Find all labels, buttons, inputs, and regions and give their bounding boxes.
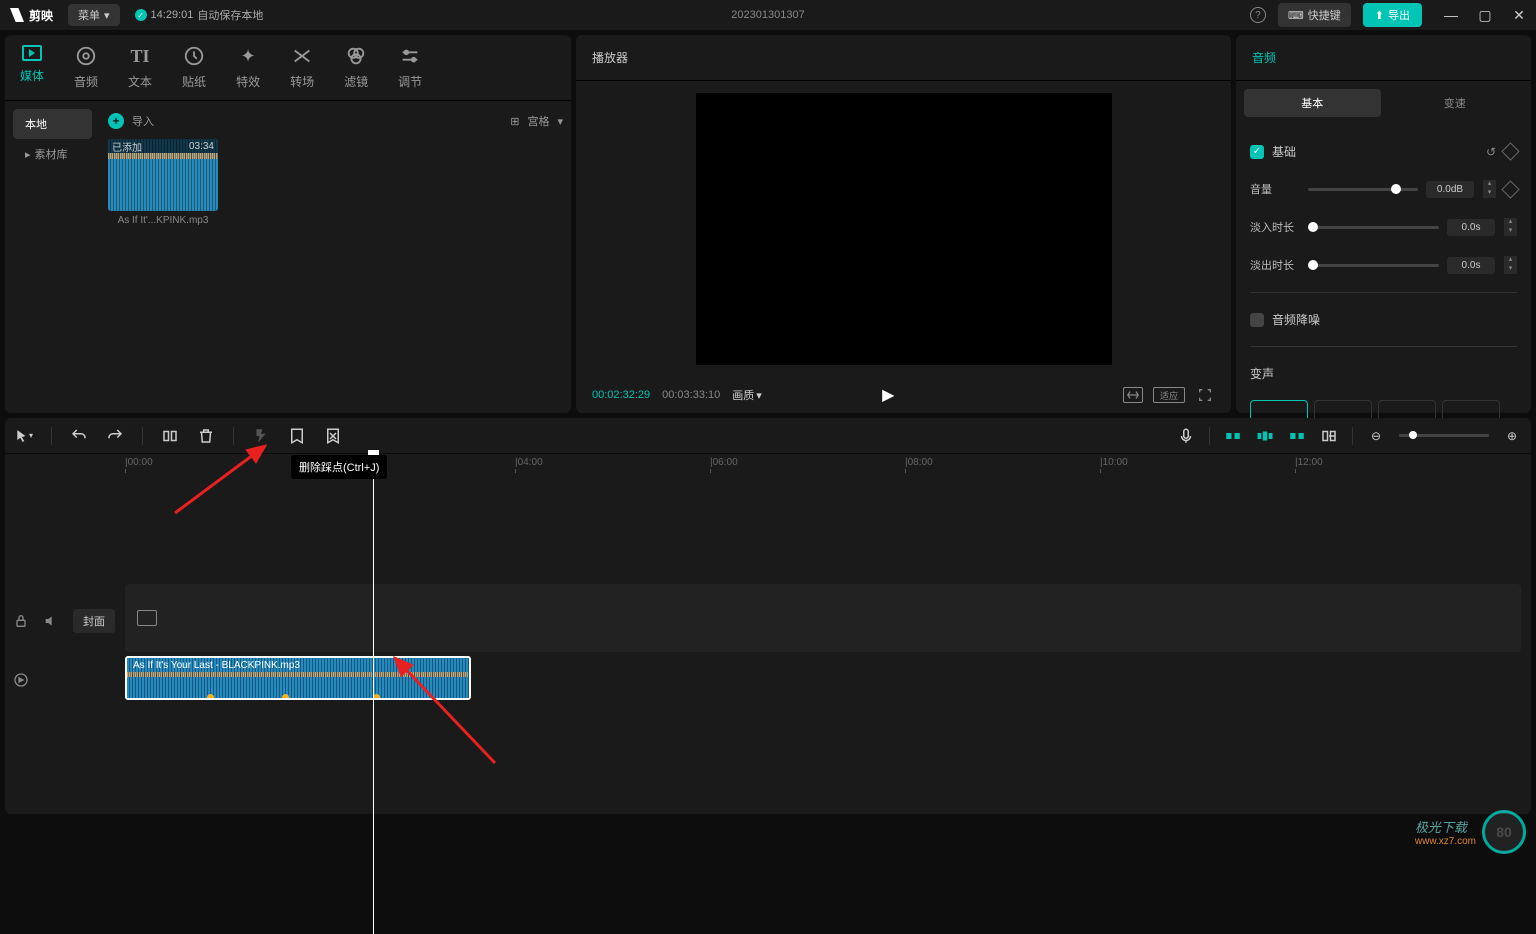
preview-tool[interactable] (1320, 427, 1338, 445)
fadeout-label: 淡出时长 (1250, 257, 1300, 273)
mute-track-icon[interactable] (43, 613, 59, 629)
fit-button[interactable]: 适应 (1153, 387, 1185, 403)
tab-audio[interactable]: 音频 (74, 45, 98, 100)
app-name: 剪映 (29, 7, 53, 24)
help-icon[interactable]: ? (1250, 7, 1266, 23)
volume-keyframe-icon[interactable] (1501, 180, 1519, 198)
basic-checkbox[interactable]: ✓ (1250, 145, 1264, 159)
media-tabs: 媒体 音频 TI文本 贴纸 ✦特效 转场 滤镜 调节 (5, 35, 571, 101)
timeline-panel: ▾ ⊖ ⊕ |00:00 |02:00 |04:00 |06:00 (5, 418, 1531, 814)
sidebar-library[interactable]: ▸ 素材库 (13, 139, 92, 169)
snap-tool-3[interactable] (1288, 427, 1306, 445)
beat-marker[interactable] (282, 694, 289, 700)
tab-sticker[interactable]: 贴纸 (182, 45, 206, 100)
player-panel: 播放器 00:02:32:29 00:03:33:10 画质▾ ▶ 适应 (576, 35, 1231, 413)
duration-time: 00:03:33:10 (662, 389, 720, 401)
select-tool[interactable]: ▾ (15, 427, 33, 445)
audio-track-icon[interactable] (13, 672, 29, 688)
maximize-icon[interactable]: ▢ (1478, 8, 1492, 22)
import-plus-button[interactable]: + (108, 113, 124, 129)
zoom-in-icon[interactable]: ⊕ (1503, 427, 1521, 445)
tab-adjust[interactable]: 调节 (398, 45, 422, 100)
denoise-label: 音频降噪 (1272, 311, 1320, 328)
clip-name: As If It's Your Last - BLACKPINK.mp3 (133, 660, 300, 671)
fullscreen-icon[interactable] (1195, 387, 1215, 403)
media-sidebar: 本地 ▸ 素材库 (5, 101, 100, 413)
lock-track-icon[interactable] (13, 613, 29, 629)
watermark: 极光下载 www.xz7.com 80 (1415, 810, 1526, 854)
snap-tool-2[interactable] (1256, 427, 1274, 445)
title-bar: 剪映 菜单▾ ✓ 14:29:01 自动保存本地 202301301307 ? … (0, 0, 1536, 30)
beat-marker[interactable] (207, 694, 214, 700)
close-icon[interactable]: ✕ (1512, 8, 1526, 22)
view-mode-label[interactable]: 宫格 (527, 113, 549, 129)
video-preview[interactable] (696, 93, 1112, 365)
fadein-value[interactable]: 0.0s (1447, 219, 1495, 236)
annotation-arrow-2 (385, 648, 505, 768)
voice-label: 变声 (1250, 365, 1274, 382)
player-title: 播放器 (576, 35, 1231, 81)
film-icon (137, 610, 157, 626)
current-time: 00:02:32:29 (592, 389, 650, 401)
volume-value[interactable]: 0.0dB (1426, 181, 1474, 198)
import-label: 导入 (132, 113, 154, 129)
sidebar-local[interactable]: 本地 (13, 109, 92, 139)
timeline-tracks[interactable]: 封面 As If It's Your Last - BLACKPINK.mp3 (5, 474, 1531, 814)
tab-media[interactable]: 媒体 (20, 45, 44, 100)
media-panel: 媒体 音频 TI文本 贴纸 ✦特效 转场 滤镜 调节 本地 ▸ 素材库 + 导入… (5, 35, 571, 413)
playhead[interactable] (373, 452, 374, 934)
shortcuts-button[interactable]: ⌨快捷键 (1278, 3, 1351, 27)
cover-button[interactable]: 封面 (73, 609, 115, 633)
properties-panel: 音频 基本 变速 ✓ 基础 ↺ 音量 0.0dB ▴▾ 淡入时长 0.0s (1236, 35, 1531, 413)
keyframe-icon[interactable] (1501, 142, 1519, 160)
menu-button[interactable]: 菜单▾ (68, 4, 120, 26)
video-track[interactable] (125, 584, 1521, 652)
snap-tool-1[interactable] (1224, 427, 1242, 445)
play-button[interactable]: ▶ (882, 385, 894, 405)
app-logo: 剪映 (10, 7, 53, 24)
thumbnail-name: As If It'...KPINK.mp3 (108, 215, 218, 226)
fadein-slider[interactable] (1308, 226, 1439, 229)
fadeout-value[interactable]: 0.0s (1447, 257, 1495, 274)
fadein-label: 淡入时长 (1250, 219, 1300, 235)
props-tab-basic[interactable]: 基本 (1244, 89, 1381, 117)
tab-filter[interactable]: 滤镜 (344, 45, 368, 100)
props-title: 音频 (1236, 35, 1531, 81)
delete-marker-tool[interactable] (324, 427, 342, 445)
volume-up[interactable]: ▴ (1482, 180, 1496, 189)
minimize-icon[interactable]: — (1444, 8, 1458, 22)
reset-icon[interactable]: ↺ (1486, 145, 1496, 159)
volume-slider[interactable] (1308, 188, 1418, 191)
basic-label: 基础 (1272, 143, 1478, 160)
document-title: 202301301307 (731, 9, 804, 21)
tab-effect[interactable]: ✦特效 (236, 45, 260, 100)
beat-marker[interactable] (373, 694, 380, 700)
tooltip: 删除踩点(Ctrl+J) (291, 455, 387, 479)
volume-label: 音量 (1250, 181, 1300, 197)
volume-down[interactable]: ▾ (1482, 189, 1496, 198)
undo-button[interactable] (70, 427, 88, 445)
add-marker-tool[interactable] (288, 427, 306, 445)
grid-icon[interactable]: ⊞ (510, 115, 519, 128)
zoom-slider[interactable] (1399, 434, 1489, 437)
compare-icon[interactable] (1123, 387, 1143, 403)
tab-text[interactable]: TI文本 (128, 45, 152, 100)
denoise-checkbox[interactable] (1250, 313, 1264, 327)
quality-selector[interactable]: 画质▾ (732, 387, 762, 403)
fadeout-slider[interactable] (1308, 264, 1439, 267)
props-tab-speed[interactable]: 变速 (1387, 89, 1524, 117)
save-status: ✓ 14:29:01 自动保存本地 (135, 7, 264, 23)
tab-transition[interactable]: 转场 (290, 45, 314, 100)
redo-button[interactable] (106, 427, 124, 445)
mic-icon[interactable] (1177, 427, 1195, 445)
annotation-arrow-1 (170, 438, 290, 518)
zoom-out-icon[interactable]: ⊖ (1367, 427, 1385, 445)
export-button[interactable]: ⬆导出 (1363, 3, 1422, 27)
media-thumbnail[interactable]: 已添加 03:34 As If It'...KPINK.mp3 (108, 139, 218, 226)
